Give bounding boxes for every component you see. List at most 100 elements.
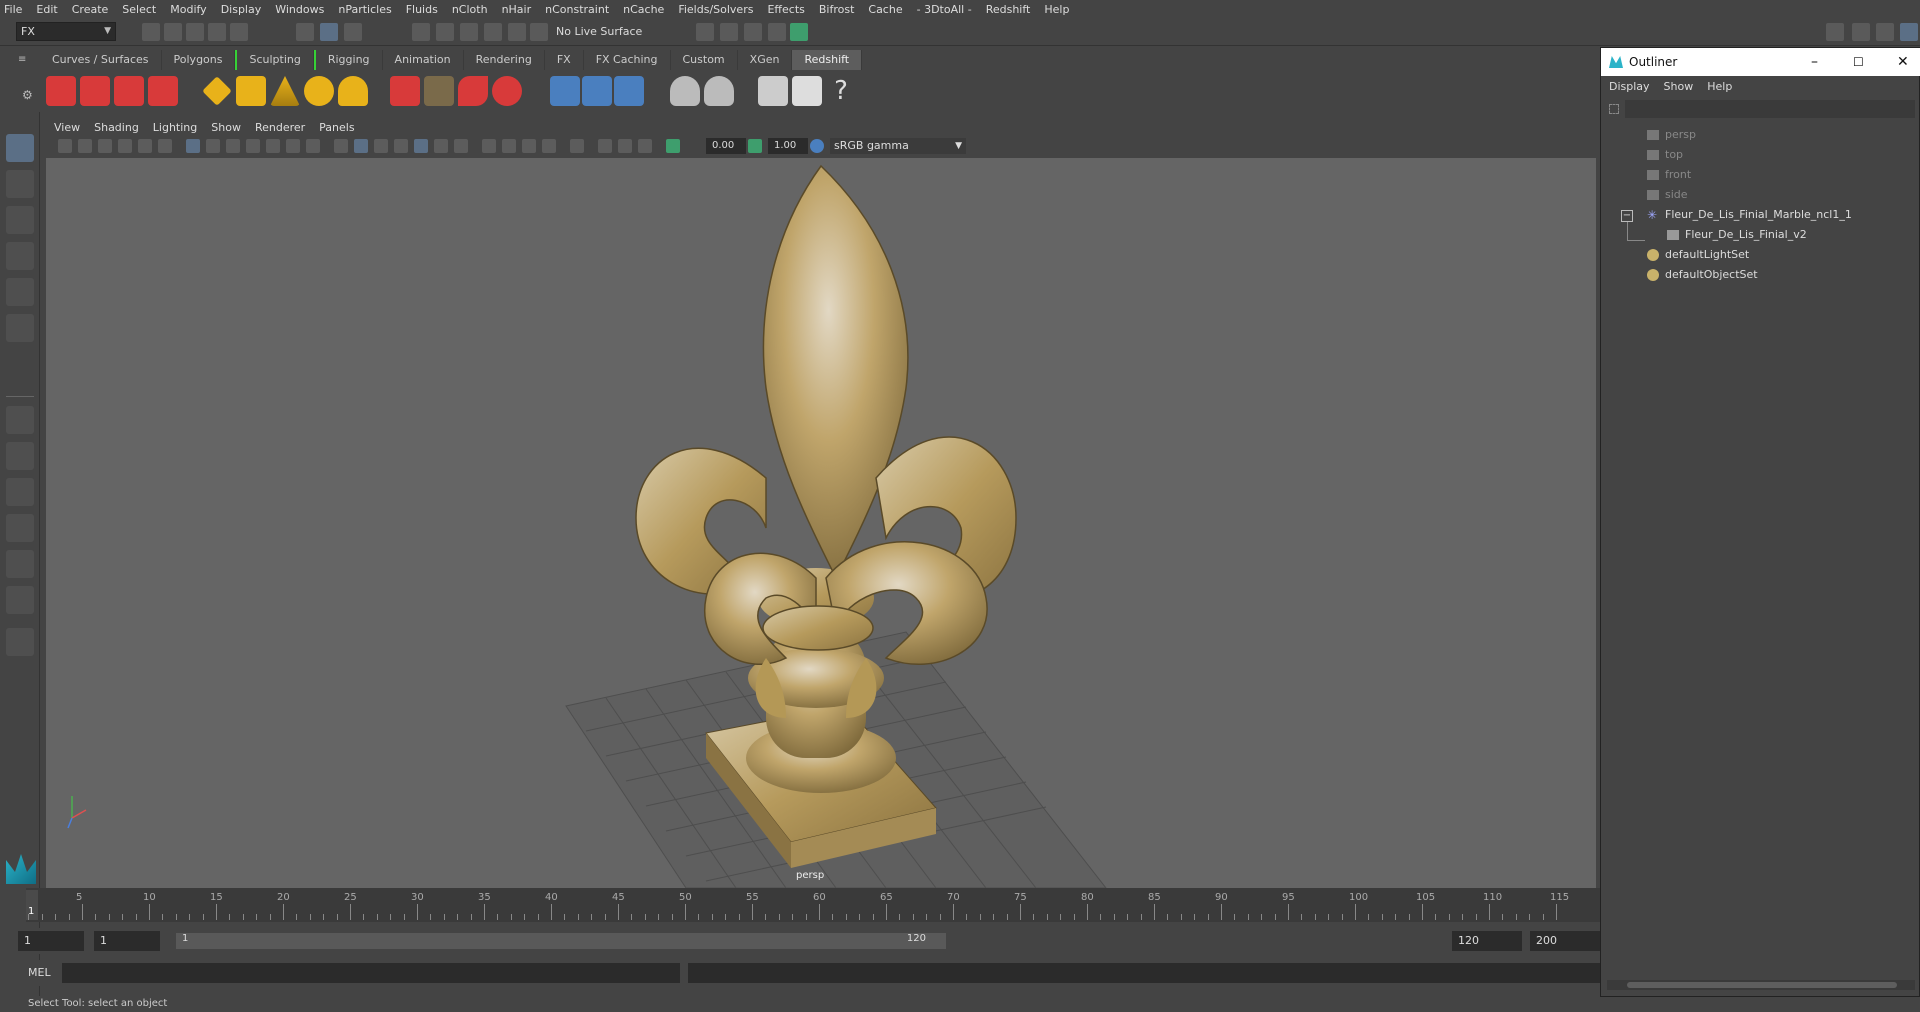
channel-box-icon[interactable] — [1852, 23, 1870, 41]
outliner-item-default-object-set[interactable]: defaultObjectSet — [1647, 268, 1758, 281]
menu-help[interactable]: Help — [1044, 3, 1069, 16]
menu-3dtoall[interactable]: - 3DtoAll - — [917, 3, 972, 16]
tool-settings-icon[interactable] — [1900, 23, 1918, 41]
shelf-menu-icon[interactable]: ≡ — [18, 54, 30, 66]
anti-aliasing-icon[interactable] — [522, 139, 536, 153]
minimize-icon[interactable]: – — [1811, 48, 1818, 76]
pr-proxy-swap-icon[interactable] — [614, 76, 644, 106]
textured-icon[interactable] — [414, 139, 428, 153]
menu-create[interactable]: Create — [72, 3, 109, 16]
tab-fx[interactable]: FX — [545, 50, 584, 70]
outliner-search-input[interactable] — [1625, 100, 1915, 118]
menu-edit[interactable]: Edit — [36, 3, 57, 16]
bake-icon[interactable] — [670, 76, 700, 106]
menu-file[interactable]: File — [4, 3, 22, 16]
grid-toggle-icon[interactable] — [186, 139, 200, 153]
new-scene-icon[interactable] — [142, 23, 160, 41]
paint-select-tool-icon[interactable] — [6, 206, 34, 234]
outliner-menu-help[interactable]: Help — [1707, 80, 1732, 93]
ambient-occlusion-icon[interactable] — [482, 139, 496, 153]
menu-redshift[interactable]: Redshift — [986, 3, 1031, 16]
field-chart-icon[interactable] — [266, 139, 280, 153]
render-settings-icon[interactable] — [768, 23, 786, 41]
expand-icon[interactable] — [6, 628, 34, 656]
redshift-render-icon[interactable] — [80, 76, 110, 106]
lasso-tool-icon[interactable] — [6, 170, 34, 198]
tab-sculpting[interactable]: Sculpting — [235, 50, 314, 70]
menu-select[interactable]: Select — [122, 3, 156, 16]
xray-components-icon[interactable] — [638, 139, 652, 153]
hypershade-icon[interactable] — [790, 23, 808, 41]
bookmark-icon[interactable] — [98, 139, 112, 153]
select-component-icon[interactable] — [344, 23, 362, 41]
redshift-settings-icon[interactable] — [148, 76, 178, 106]
persp-graph-layout-icon[interactable] — [6, 514, 34, 542]
tab-rigging[interactable]: Rigging — [313, 50, 383, 70]
exposure-field[interactable]: 0.00 — [706, 138, 746, 154]
maximize-icon[interactable]: ☐ — [1853, 48, 1864, 76]
redo-icon[interactable] — [230, 23, 248, 41]
outliner-item-top[interactable]: top — [1647, 148, 1683, 161]
attribute-editor-icon[interactable] — [1876, 23, 1894, 41]
live-surface-field[interactable]: No Live Surface — [554, 22, 658, 42]
script-editor-icon[interactable] — [758, 76, 788, 106]
tab-redshift[interactable]: Redshift — [792, 50, 863, 70]
viewport-menu-lighting[interactable]: Lighting — [153, 121, 197, 134]
gamma-icon[interactable] — [748, 139, 762, 153]
sun-sky-icon[interactable] — [338, 76, 368, 106]
motion-blur-icon[interactable] — [502, 139, 516, 153]
save-scene-icon[interactable] — [186, 23, 204, 41]
outliner-item-fleur-mesh[interactable]: Fleur_De_Lis_Finial_v2 — [1667, 228, 1807, 241]
help-icon[interactable]: ? — [826, 76, 856, 106]
snap-curve-icon[interactable] — [436, 23, 454, 41]
animation-end-field[interactable]: 200 — [1530, 931, 1600, 951]
gate-mask-icon[interactable] — [246, 139, 260, 153]
menu-bifrost[interactable]: Bifrost — [819, 3, 855, 16]
two-d-pan-icon[interactable] — [138, 139, 152, 153]
tab-polygons[interactable]: Polygons — [162, 50, 236, 70]
camera-icon[interactable] — [58, 139, 72, 153]
exposure-icon[interactable] — [666, 139, 680, 153]
safe-title-icon[interactable] — [306, 139, 320, 153]
smooth-shade-icon[interactable] — [354, 139, 368, 153]
spot-light-icon[interactable] — [270, 76, 300, 106]
menu-nhair[interactable]: nHair — [502, 3, 532, 16]
shelf-settings-icon[interactable]: ⚙ — [22, 88, 33, 102]
tab-xgen[interactable]: XGen — [738, 50, 793, 70]
snap-surface-icon[interactable] — [508, 23, 526, 41]
tab-rendering[interactable]: Rendering — [464, 50, 545, 70]
single-perspective-layout-icon[interactable] — [6, 406, 34, 434]
menu-set-select[interactable]: FX ▼ — [16, 22, 116, 41]
snap-view-icon[interactable] — [484, 23, 502, 41]
render-view-icon[interactable] — [696, 23, 714, 41]
menu-nparticles[interactable]: nParticles — [338, 3, 391, 16]
color-space-select[interactable]: sRGB gamma ▼ — [830, 138, 966, 154]
menu-ncloth[interactable]: nCloth — [452, 3, 488, 16]
filter-icon[interactable] — [1609, 104, 1619, 114]
move-tool-icon[interactable] — [6, 242, 34, 270]
collapse-icon[interactable]: − — [1621, 210, 1633, 222]
redshift-proxy-icon[interactable] — [390, 76, 420, 106]
viewport-menu-panels[interactable]: Panels — [319, 121, 354, 134]
redshift-ipr-icon[interactable] — [114, 76, 144, 106]
time-slider[interactable]: 1 5 10 15 20 25 30 35 40 45 50 55 60 65 70 75 80 85 90 95 1… — [26, 888, 1600, 922]
log-icon[interactable] — [792, 76, 822, 106]
tab-custom[interactable]: Custom — [671, 50, 738, 70]
camera-attributes-icon[interactable] — [78, 139, 92, 153]
four-view-layout-icon[interactable] — [6, 442, 34, 470]
animation-start-field[interactable]: 1 — [18, 931, 84, 951]
snap-live-icon[interactable] — [530, 23, 548, 41]
menu-windows[interactable]: Windows — [275, 3, 324, 16]
viewport-menu-view[interactable]: View — [54, 121, 80, 134]
hypershade-layout-icon[interactable] — [6, 550, 34, 578]
menu-fluids[interactable]: Fluids — [406, 3, 438, 16]
area-light-icon[interactable] — [202, 76, 232, 106]
default-material-icon[interactable] — [374, 139, 388, 153]
menu-effects[interactable]: Effects — [767, 3, 804, 16]
outliner-item-persp[interactable]: persp — [1647, 128, 1696, 141]
dome-light-icon[interactable] — [304, 76, 334, 106]
outliner-horizontal-scrollbar[interactable] — [1607, 980, 1915, 990]
menu-modify[interactable]: Modify — [170, 3, 206, 16]
outliner-item-front[interactable]: front — [1647, 168, 1691, 181]
range-slider[interactable]: 1 120 — [176, 933, 946, 949]
